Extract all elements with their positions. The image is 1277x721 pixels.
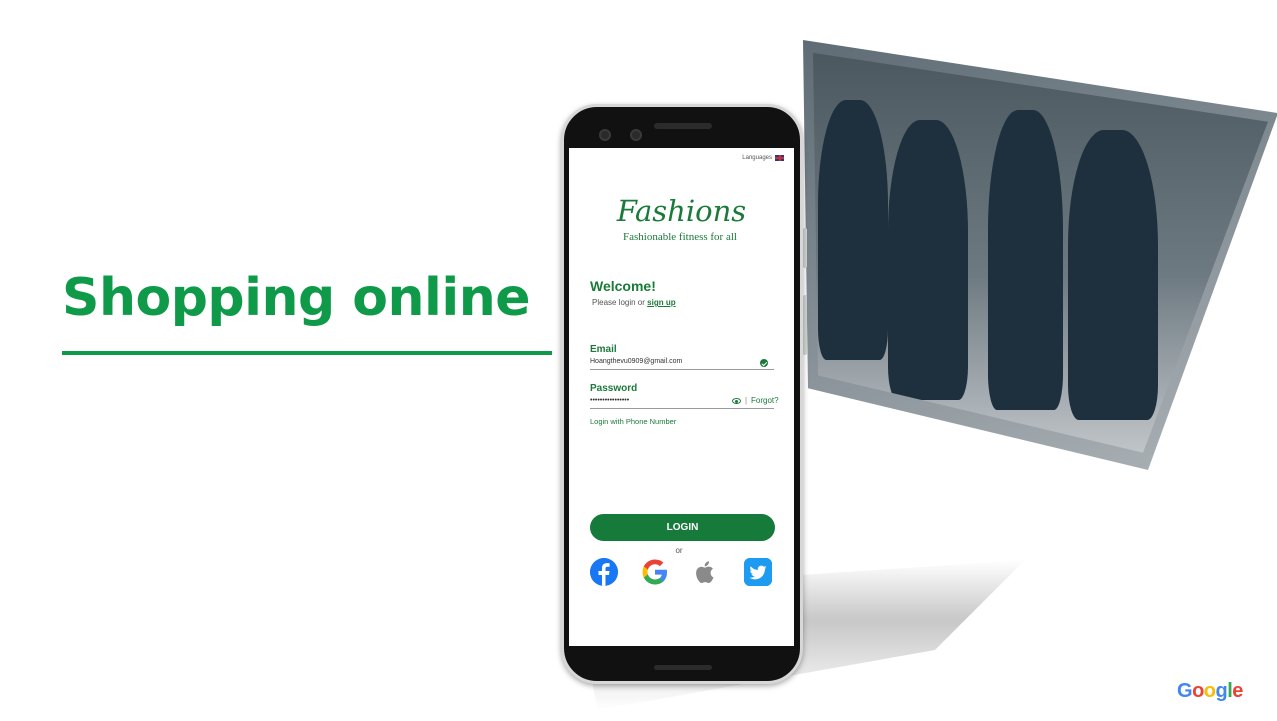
google-icon[interactable]	[641, 558, 669, 586]
model-figure	[818, 100, 888, 360]
email-label: Email	[590, 344, 617, 355]
subtext-prefix: Please login or	[592, 298, 645, 307]
email-field[interactable]: Hoangthevu0909@gmail.com	[590, 358, 682, 365]
forgot-password-link[interactable]: Forgot?	[751, 396, 779, 405]
separator: |	[745, 396, 748, 405]
phone-bottom-speaker	[654, 665, 712, 670]
app-screen: Languages Fashions Fashionable fitness f…	[569, 148, 794, 646]
twitter-icon[interactable]	[744, 558, 772, 586]
brand-tagline: Fashionable fitness for all	[623, 231, 737, 243]
google-logo: Google	[1177, 680, 1243, 702]
facebook-icon[interactable]	[590, 558, 618, 586]
fitness-photo	[778, 40, 1277, 470]
brand-logo: Fashions	[616, 194, 747, 228]
model-figure	[888, 120, 968, 400]
password-label: Password	[590, 383, 638, 394]
phone-camera	[630, 129, 642, 141]
language-selector[interactable]: Languages	[742, 155, 784, 161]
login-subtext: Please login or sign up	[592, 298, 676, 307]
password-underline	[590, 408, 774, 409]
phone-camera	[599, 129, 611, 141]
phone-login-link[interactable]: Login with Phone Number	[590, 417, 676, 426]
eye-icon[interactable]	[732, 398, 741, 404]
or-divider: or	[675, 546, 683, 555]
login-button[interactable]: LOGIN	[590, 514, 775, 541]
welcome-heading: Welcome!	[590, 278, 656, 294]
signup-link[interactable]: sign up	[647, 298, 675, 307]
model-figure	[988, 110, 1063, 410]
password-field[interactable]: ••••••••••••••••	[590, 397, 629, 404]
slide-title: Shopping online	[62, 268, 531, 328]
language-label: Languages	[742, 155, 772, 161]
phone-speaker	[654, 123, 712, 129]
phone-side-button	[803, 295, 807, 355]
apple-icon[interactable]	[691, 558, 719, 586]
uk-flag-icon	[775, 155, 784, 161]
check-icon	[760, 359, 768, 367]
email-underline	[590, 369, 774, 370]
phone-side-button	[803, 228, 807, 268]
model-figure	[1068, 130, 1158, 420]
title-underline	[62, 351, 552, 355]
